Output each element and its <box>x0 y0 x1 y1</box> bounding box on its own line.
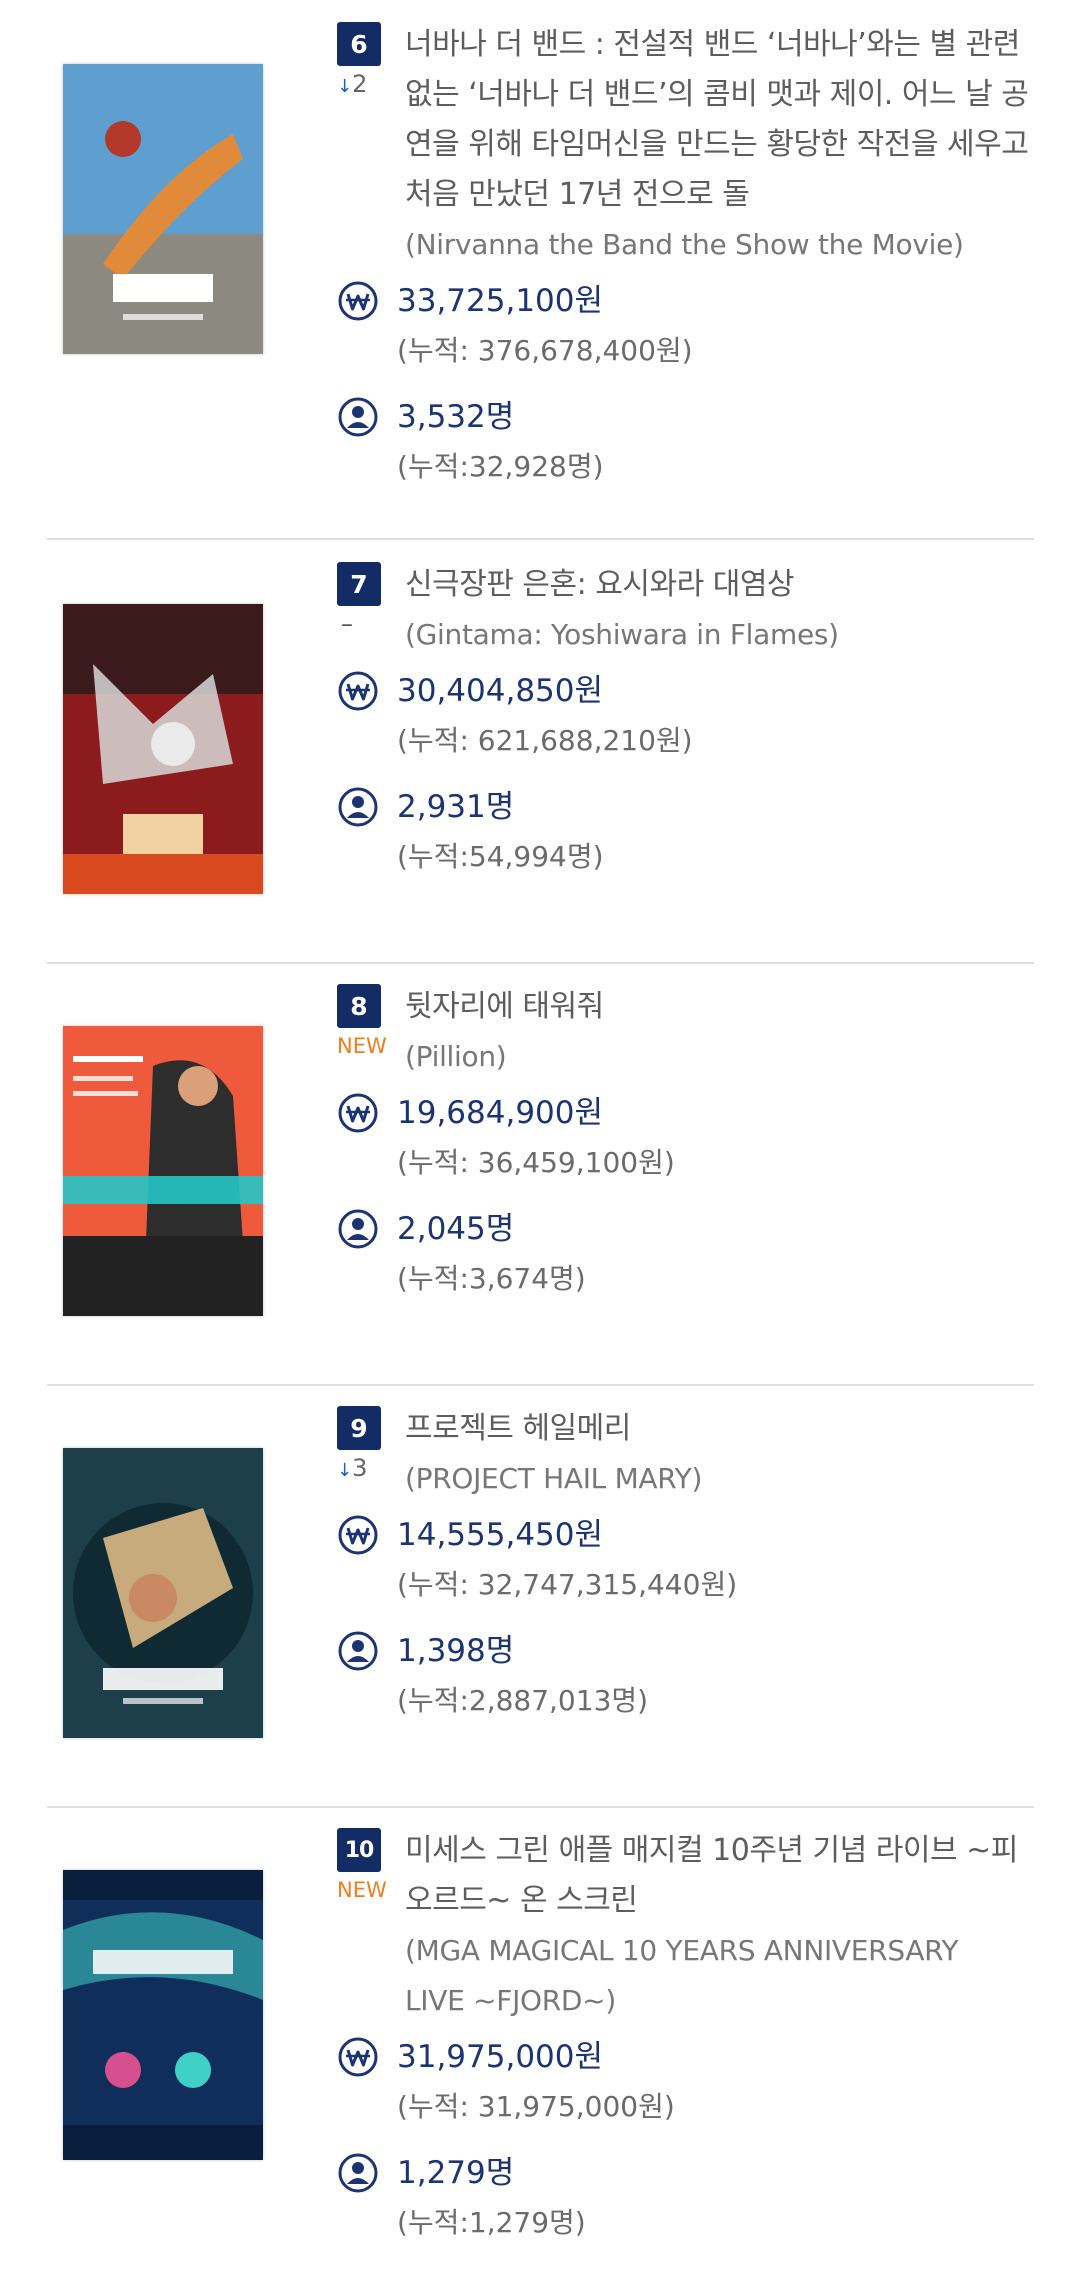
audience-row: 3,532명 <box>337 392 1034 442</box>
movie-poster[interactable] <box>63 1026 263 1316</box>
person-circle-icon <box>338 1209 378 1249</box>
title-line: 처음 만났던 17년 전으로 돌 <box>405 177 750 212</box>
original-title: (Gintama: Yoshiwara in Flames) <box>405 618 839 651</box>
won-circle-icon <box>338 1515 378 1555</box>
movie-title[interactable]: 신극장판 은혼: 요시와라 대염상 <box>405 560 1034 610</box>
movie-poster[interactable] <box>63 604 263 894</box>
daily-sales: 31,975,000원 <box>397 2039 604 2075</box>
original-title: (MGA MAGICAL 10 YEARS ANNIVERSARY LIVE ~… <box>405 1926 1034 2026</box>
audience-row: 2,931명 <box>337 782 1034 832</box>
title-line: 너바나 더 밴드 : 전설적 밴드 ‘너바나’와는 별 관련 <box>405 27 1020 62</box>
cumulative-audience: (누적:3,674명) <box>397 1262 586 1295</box>
won-circle-icon <box>338 671 378 711</box>
title-line: 미세스 그린 애플 매지컬 10주년 기념 라이브 ~피 <box>405 1833 1018 1868</box>
rank-badge: 9 <box>337 1406 381 1450</box>
movie-info: 7 – 신극장판 은혼: 요시와라 대염상 (Gintama: Yoshiwar… <box>337 560 1034 882</box>
daily-sales: 19,684,900원 <box>397 1095 604 1131</box>
rank-change: – <box>341 610 353 638</box>
cumulative-sales: (누적: 32,747,315,440원) <box>397 1568 738 1601</box>
cumulative-audience: (누적:54,994명) <box>397 840 604 873</box>
title-line: 뒷자리에 태워줘 <box>405 989 604 1024</box>
rank-change: NEW <box>337 1878 387 1902</box>
won-circle-icon <box>338 281 378 321</box>
original-title: (Nirvanna the Band the Show the Movie) <box>405 228 964 261</box>
audience-row: 1,398명 <box>337 1626 1034 1676</box>
person-circle-icon <box>338 1631 378 1671</box>
cumulative-sales: (누적: 36,459,100원) <box>397 1146 675 1179</box>
movie-info: 6 ↓2 너바나 더 밴드 : 전설적 밴드 ‘너바나’와는 별 관련 없는 ‘… <box>337 20 1034 492</box>
audience-row: 2,045명 <box>337 1204 1034 1254</box>
sales-row: 14,555,450원 <box>337 1510 1034 1560</box>
original-title-line: LIVE ~FJORD~) <box>405 1984 616 2017</box>
cumulative-sales: (누적: 31,975,000원) <box>397 2090 675 2123</box>
movie-entry[interactable]: 10 NEW 미세스 그린 애플 매지컬 10주년 기념 라이브 ~피 오르드~… <box>47 1826 1034 2276</box>
cumulative-audience: (누적:1,279명) <box>397 2206 586 2239</box>
rank-badge: 6 <box>337 22 381 66</box>
sales-row: 31,975,000원 <box>337 2032 1034 2082</box>
movie-title[interactable]: 프로젝트 헤일메리 <box>405 1404 1034 1454</box>
movie-entry[interactable]: 9 ↓3 프로젝트 헤일메리 (PROJECT HAIL MARY) 14,55… <box>47 1404 1034 1808</box>
won-circle-icon <box>338 2037 378 2077</box>
cumulative-audience: (누적:2,887,013명) <box>397 1684 649 1717</box>
rank-badge: 7 <box>337 562 381 606</box>
cumulative-audience: (누적:32,928명) <box>397 450 604 483</box>
movie-title[interactable]: 미세스 그린 애플 매지컬 10주년 기념 라이브 ~피 오르드~ 온 스크린 <box>405 1826 1034 1926</box>
daily-audience: 1,279명 <box>397 2155 515 2191</box>
rank-change: NEW <box>337 1034 387 1058</box>
rank-change-value: 3 <box>352 1454 368 1482</box>
original-title-line: (MGA MAGICAL 10 YEARS ANNIVERSARY <box>405 1934 959 1967</box>
sales-row: 19,684,900원 <box>337 1088 1034 1138</box>
movie-info: 9 ↓3 프로젝트 헤일메리 (PROJECT HAIL MARY) 14,55… <box>337 1404 1034 1726</box>
title-line: 프로젝트 헤일메리 <box>405 1411 631 1446</box>
original-title: (Pillion) <box>405 1040 507 1073</box>
daily-audience: 3,532명 <box>397 399 515 435</box>
movie-poster[interactable] <box>63 64 263 354</box>
title-line: 연을 위해 타임머신을 만드는 황당한 작전을 세우고 <box>405 127 1029 162</box>
movie-info: 8 NEW 뒷자리에 태워줘 (Pillion) 19,684,900원 (누적… <box>337 982 1034 1304</box>
person-circle-icon <box>338 397 378 437</box>
movie-poster[interactable] <box>63 1448 263 1738</box>
audience-row: 1,279명 <box>337 2148 1034 2198</box>
movie-title[interactable]: 너바나 더 밴드 : 전설적 밴드 ‘너바나’와는 별 관련 없는 ‘너바나 더… <box>405 20 1034 220</box>
rank-badge: 8 <box>337 984 381 1028</box>
original-title: (PROJECT HAIL MARY) <box>405 1462 703 1495</box>
daily-audience: 2,045명 <box>397 1211 515 1247</box>
rank-change-value: 2 <box>352 70 368 98</box>
person-circle-icon <box>338 787 378 827</box>
daily-audience: 1,398명 <box>397 1633 515 1669</box>
arrow-down-icon: ↓ <box>337 76 353 97</box>
daily-sales: 14,555,450원 <box>397 1517 604 1553</box>
title-line: 오르드~ 온 스크린 <box>405 1883 638 1918</box>
cumulative-sales: (누적: 376,678,400원) <box>397 334 693 367</box>
sales-row: 30,404,850원 <box>337 666 1034 716</box>
movie-entry[interactable]: 8 NEW 뒷자리에 태워줘 (Pillion) 19,684,900원 (누적… <box>47 982 1034 1386</box>
rank-change: ↓2 <box>337 70 387 98</box>
daily-sales: 33,725,100원 <box>397 283 604 319</box>
title-line: 신극장판 은혼: 요시와라 대염상 <box>405 567 795 602</box>
movie-entry[interactable]: 7 – 신극장판 은혼: 요시와라 대염상 (Gintama: Yoshiwar… <box>47 560 1034 964</box>
won-circle-icon <box>338 1093 378 1133</box>
movie-poster[interactable] <box>63 1870 263 2160</box>
person-circle-icon <box>338 2153 378 2193</box>
arrow-down-icon: ↓ <box>337 1460 353 1481</box>
rank-badge: 10 <box>337 1828 381 1872</box>
daily-sales: 30,404,850원 <box>397 673 604 709</box>
title-line: 없는 ‘너바나 더 밴드’의 콤비 맷과 제이. 어느 날 공 <box>405 77 1029 112</box>
sales-row: 33,725,100원 <box>337 276 1034 326</box>
daily-audience: 2,931명 <box>397 789 515 825</box>
rank-change: ↓3 <box>337 1454 387 1482</box>
cumulative-sales: (누적: 621,688,210원) <box>397 724 693 757</box>
movie-info: 10 NEW 미세스 그린 애플 매지컬 10주년 기념 라이브 ~피 오르드~… <box>337 1826 1034 2248</box>
movie-title[interactable]: 뒷자리에 태워줘 <box>405 982 1034 1032</box>
movie-entry[interactable]: 6 ↓2 너바나 더 밴드 : 전설적 밴드 ‘너바나’와는 별 관련 없는 ‘… <box>47 20 1034 540</box>
